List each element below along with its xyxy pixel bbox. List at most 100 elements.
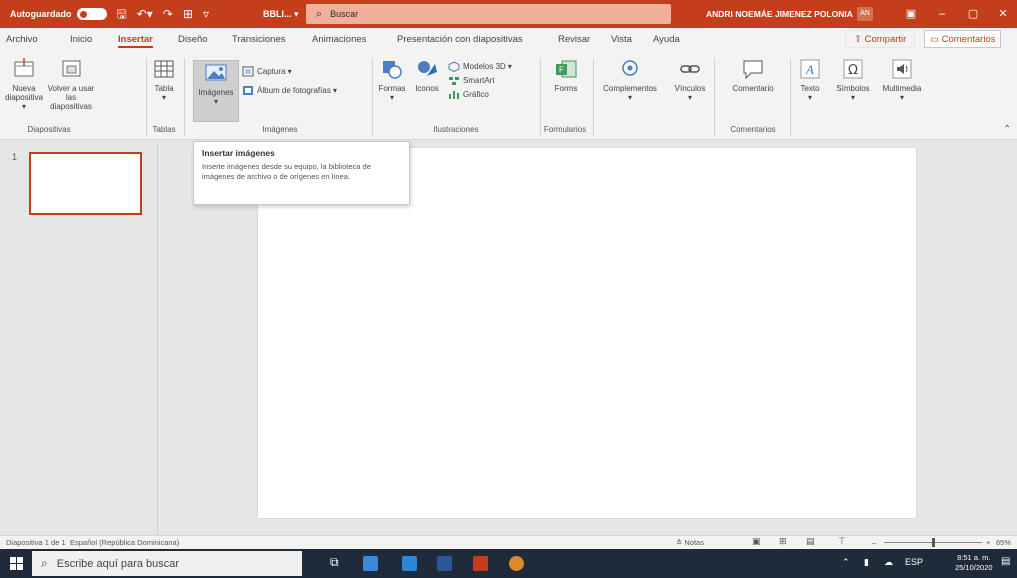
network-icon[interactable]: ▮ [864, 557, 869, 568]
tab-archivo[interactable]: Archivo [6, 34, 38, 45]
ribbon-display-icon[interactable]: ▣ [896, 0, 926, 28]
table-button[interactable]: Tabla ▾ [147, 58, 181, 102]
save-icon[interactable]: 🖫 [117, 0, 127, 28]
photo-album-button[interactable]: Álbum de fotografías ▾ [242, 85, 337, 96]
addins-button[interactable]: Complementos ▾ [595, 58, 665, 102]
icons-button[interactable]: Iconos [410, 58, 444, 93]
tab-revisar[interactable]: Revisar [558, 34, 590, 45]
smartart-button[interactable]: SmartArt [448, 75, 495, 86]
comment-button[interactable]: Comentario [724, 58, 782, 93]
tooltip-title: Insertar imágenes [202, 148, 275, 158]
addins-label: Complementos [603, 84, 657, 93]
multimedia-button[interactable]: Multimedia ▾ [878, 58, 926, 102]
minimize-icon[interactable]: – [927, 0, 957, 28]
models3d-button[interactable]: Modelos 3D ▾ [448, 61, 512, 72]
ribbon-divider [372, 58, 373, 136]
cloud-icon[interactable]: ☁ [884, 557, 893, 568]
ribbon-divider [714, 58, 715, 136]
task-view-icon[interactable]: ⧉ [330, 555, 339, 570]
table-label: Tabla [154, 84, 174, 93]
normal-view-icon[interactable]: ▣ [752, 536, 761, 547]
table-icon [154, 60, 174, 78]
tab-animaciones[interactable]: Animaciones [312, 34, 366, 45]
svg-text:Ω: Ω [848, 63, 858, 78]
zoom-out-icon[interactable]: – [872, 538, 876, 547]
windows-start-icon[interactable] [10, 557, 23, 570]
svg-text:F: F [559, 66, 564, 75]
title-search-box[interactable]: ⌕ Buscar [306, 4, 671, 24]
symbols-button[interactable]: Ω Símbolos ▾ [832, 58, 874, 102]
present-icon[interactable]: ⊞ [183, 0, 193, 28]
slide-thumbnail[interactable] [29, 152, 142, 215]
autosave-label: Autoguardado [10, 9, 72, 19]
tray-chevron-icon[interactable]: ⌃ [842, 557, 850, 568]
close-icon[interactable]: ✕ [988, 0, 1017, 28]
symbols-dropdown-icon: ▾ [850, 93, 855, 103]
capture-label: Captura ▾ [257, 67, 292, 76]
tab-transiciones[interactable]: Transiciones [232, 34, 286, 45]
links-button[interactable]: Vínculos ▾ [670, 58, 710, 102]
zoom-level[interactable]: 65% [996, 538, 1011, 547]
tab-ayuda[interactable]: Ayuda [653, 34, 680, 45]
svg-text:A: A [805, 62, 814, 77]
store-icon[interactable] [402, 556, 417, 571]
new-slide-label: Nueva diapositiva ▾ [5, 84, 43, 112]
avatar[interactable]: AN [857, 7, 873, 21]
maximize-icon[interactable]: ▢ [958, 0, 988, 28]
tab-presentacion[interactable]: Presentación con diapositivas [397, 34, 523, 45]
tab-insertar[interactable]: Insertar [118, 34, 153, 48]
text-button[interactable]: A Texto ▾ [794, 58, 826, 102]
collapse-ribbon-icon[interactable]: ⌃ [1003, 124, 1011, 135]
cube-icon [448, 61, 460, 72]
images-button[interactable]: Imágenes ▾ [193, 62, 239, 106]
tooltip-body: Inserte imágenes desde su equipo, la bib… [202, 162, 371, 181]
title-bar: Autoguardado 🖫 ↶▾ ↷ ⊞ ▿ BBLI... ▾ ⌕ Busc… [0, 0, 1017, 28]
chart-button[interactable]: Gráfico [448, 89, 489, 100]
capture-button[interactable]: Captura ▾ [242, 66, 292, 77]
reuse-slides-label: Volver a usar las diapositivas [47, 84, 95, 112]
notifications-icon[interactable]: ▤ [1001, 556, 1010, 567]
redo-icon[interactable]: ↷ [163, 0, 173, 28]
notes-button[interactable]: ≙ Notas [676, 538, 704, 547]
comments-button[interactable]: ▭ Comentarios [924, 30, 1002, 48]
customize-qat-icon[interactable]: ▿ [203, 0, 209, 28]
table-dropdown-icon: ▾ [161, 93, 166, 103]
autosave-toggle[interactable] [76, 8, 107, 20]
addins-dropdown-icon: ▾ [627, 93, 632, 103]
slideshow-icon[interactable]: ⊤ [838, 536, 846, 547]
chrome-icon[interactable] [509, 556, 524, 571]
slide-sorter-icon[interactable]: ⊞ [779, 536, 787, 547]
zoom-in-icon[interactable]: + [986, 538, 990, 547]
taskbar-search-box[interactable]: ⌕ Escribe aquí para buscar [32, 551, 302, 576]
title-search-placeholder: Buscar [330, 9, 359, 19]
keyboard-language[interactable]: ESP [905, 557, 923, 567]
clock-time: 8:51 a. m. [957, 553, 991, 562]
ribbon-divider [790, 58, 791, 136]
file-name[interactable]: BBLI... ▾ [263, 9, 299, 20]
ribbon: Nueva diapositiva ▾ Volver a usar las di… [0, 52, 1017, 140]
file-explorer-icon[interactable] [363, 556, 378, 571]
share-button[interactable]: ⇪ Compartir [845, 30, 916, 48]
share-label: Compartir [864, 34, 907, 45]
multimedia-label: Multimedia [882, 84, 922, 93]
reading-view-icon[interactable]: ▤ [806, 536, 815, 547]
powerpoint-icon[interactable] [473, 556, 488, 571]
status-bar: Diapositiva 1 de 1 Español (República Do… [0, 535, 1017, 549]
tab-diseno[interactable]: Diseño [178, 34, 208, 45]
multimedia-dropdown-icon: ▾ [899, 93, 904, 103]
group-label-slides: Diapositivas [27, 125, 71, 134]
user-name[interactable]: ANDRI NOEMÁE JIMENEZ POLONIA [706, 0, 853, 28]
clock[interactable]: 8:51 a. m. 25/10/2020 [955, 553, 993, 573]
undo-icon[interactable]: ↶▾ [137, 0, 153, 28]
language-status[interactable]: Español (República Dominicana) [70, 538, 179, 547]
word-icon[interactable] [437, 556, 452, 571]
zoom-slider-handle[interactable] [932, 538, 935, 547]
link-icon [680, 65, 700, 73]
new-slide-button[interactable]: Nueva diapositiva ▾ [2, 58, 46, 112]
tab-inicio[interactable]: Inicio [70, 34, 92, 45]
tab-vista[interactable]: Vista [611, 34, 632, 45]
shapes-button[interactable]: Formas ▾ [374, 58, 410, 102]
reuse-slides-button[interactable]: Volver a usar las diapositivas [46, 58, 96, 112]
forms-button[interactable]: F Forms [544, 58, 588, 93]
comments-label: Comentarios [941, 34, 996, 45]
